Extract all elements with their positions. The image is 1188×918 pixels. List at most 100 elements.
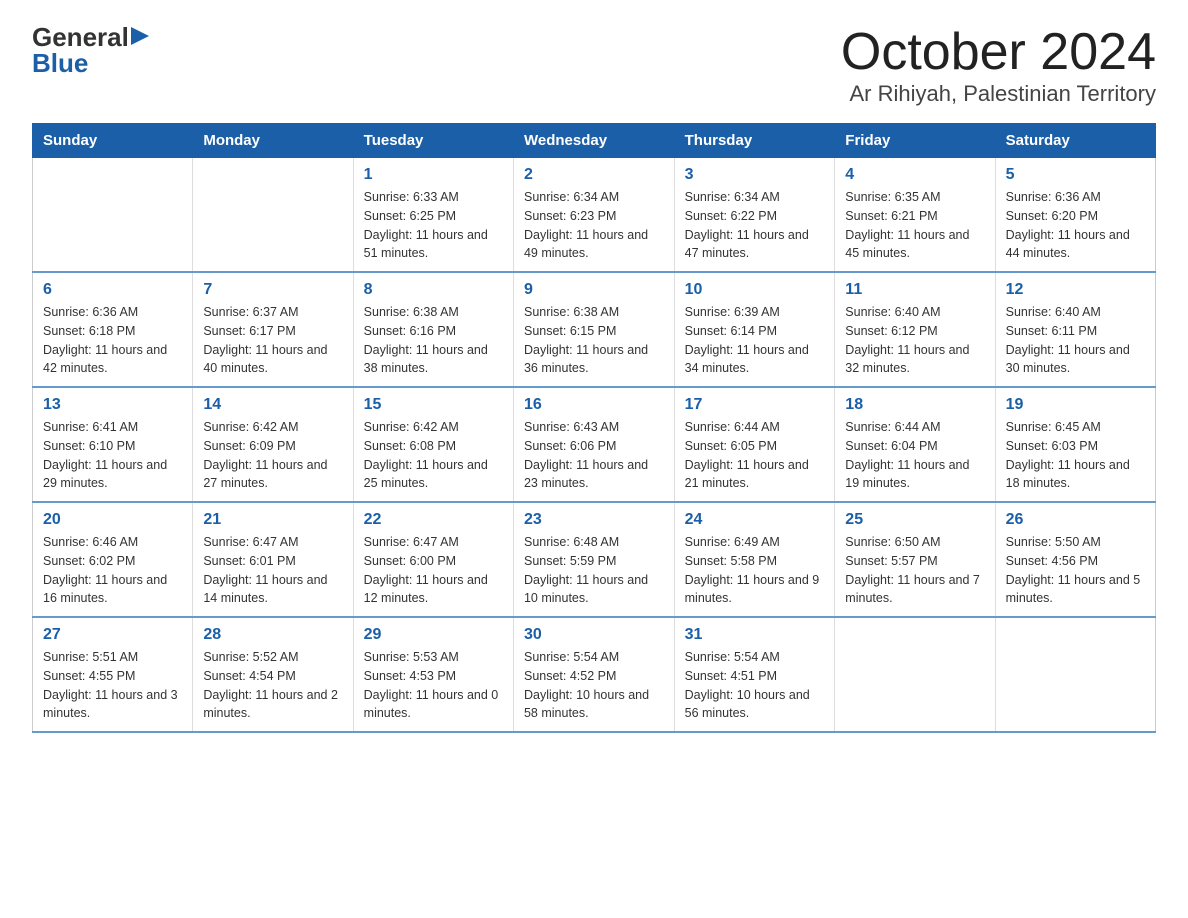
cell-w2-d4: 9Sunrise: 6:38 AMSunset: 6:15 PMDaylight…: [513, 272, 674, 387]
cell-w5-d4: 30Sunrise: 5:54 AMSunset: 4:52 PMDayligh…: [513, 617, 674, 732]
day-info-w1-d4: Sunrise: 6:34 AMSunset: 6:23 PMDaylight:…: [524, 188, 664, 263]
day-number-w4-d7: 26: [1006, 511, 1145, 529]
header-saturday: Saturday: [995, 124, 1155, 158]
header-friday: Friday: [835, 124, 995, 158]
day-info-w5-d3: Sunrise: 5:53 AMSunset: 4:53 PMDaylight:…: [364, 648, 503, 723]
day-number-w5-d3: 29: [364, 626, 503, 644]
header-wednesday: Wednesday: [513, 124, 674, 158]
page-title: October 2024: [841, 24, 1156, 81]
cell-w3-d1: 13Sunrise: 6:41 AMSunset: 6:10 PMDayligh…: [33, 387, 193, 502]
week-row-3: 13Sunrise: 6:41 AMSunset: 6:10 PMDayligh…: [33, 387, 1156, 502]
day-number-w3-d4: 16: [524, 396, 664, 414]
day-number-w4-d4: 23: [524, 511, 664, 529]
day-number-w4-d2: 21: [203, 511, 342, 529]
header-monday: Monday: [193, 124, 353, 158]
header-tuesday: Tuesday: [353, 124, 513, 158]
calendar-table: Sunday Monday Tuesday Wednesday Thursday…: [32, 123, 1156, 733]
day-number-w2-d7: 12: [1006, 281, 1145, 299]
cell-w4-d1: 20Sunrise: 6:46 AMSunset: 6:02 PMDayligh…: [33, 502, 193, 617]
day-info-w5-d5: Sunrise: 5:54 AMSunset: 4:51 PMDaylight:…: [685, 648, 825, 723]
day-info-w4-d6: Sunrise: 6:50 AMSunset: 5:57 PMDaylight:…: [845, 533, 984, 608]
day-info-w4-d3: Sunrise: 6:47 AMSunset: 6:00 PMDaylight:…: [364, 533, 503, 608]
cell-w4-d2: 21 Sunrise: 6:47 AMSunset: 6:01 PMDayligh…: [193, 502, 353, 617]
day-number-w3-d5: 17: [685, 396, 825, 414]
cell-w2-d6: 11Sunrise: 6:40 AMSunset: 6:12 PMDayligh…: [835, 272, 995, 387]
cell-w2-d3: 8Sunrise: 6:38 AMSunset: 6:16 PMDaylight…: [353, 272, 513, 387]
cell-w3-d7: 19 Sunrise: 6:45 AMSunset: 6:03 PMDayligh…: [995, 387, 1155, 502]
logo-triangle-icon: [131, 27, 149, 45]
page-header: General Blue October 2024 Ar Rihiyah, Pa…: [32, 24, 1156, 107]
day-number-w3-d3: 15: [364, 396, 503, 414]
cell-w2-d2: 7 Sunrise: 6:37 AMSunset: 6:17 PMDaylight…: [193, 272, 353, 387]
day-info-w3-d3: Sunrise: 6:42 AMSunset: 6:08 PMDaylight:…: [364, 418, 503, 493]
cell-w5-d7: [995, 617, 1155, 732]
day-number-w3-d7: 19: [1006, 396, 1145, 414]
day-number-w1-d6: 4: [845, 166, 984, 184]
day-info-w3-d1: Sunrise: 6:41 AMSunset: 6:10 PMDaylight:…: [43, 418, 182, 493]
day-info-w4-d4: Sunrise: 6:48 AMSunset: 5:59 PMDaylight:…: [524, 533, 664, 608]
day-number-w4-d5: 24: [685, 511, 825, 529]
day-number-w5-d4: 30: [524, 626, 664, 644]
title-block: October 2024 Ar Rihiyah, Palestinian Ter…: [841, 24, 1156, 107]
cell-w5-d1: 27 Sunrise: 5:51 AMSunset: 4:55 PMDayligh…: [33, 617, 193, 732]
cell-w1-d6: 4 Sunrise: 6:35 AMSunset: 6:21 PMDaylight…: [835, 158, 995, 273]
day-info-w3-d6: Sunrise: 6:44 AMSunset: 6:04 PMDaylight:…: [845, 418, 984, 493]
cell-w5-d2: 28 Sunrise: 5:52 AMSunset: 4:54 PMDayligh…: [193, 617, 353, 732]
page-subtitle: Ar Rihiyah, Palestinian Territory: [841, 81, 1156, 107]
cell-w3-d3: 15 Sunrise: 6:42 AMSunset: 6:08 PMDayligh…: [353, 387, 513, 502]
day-number-w2-d2: 7: [203, 281, 342, 299]
day-number-w2-d6: 11: [845, 281, 984, 299]
day-number-w2-d5: 10: [685, 281, 825, 299]
day-info-w2-d7: Sunrise: 6:40 AMSunset: 6:11 PMDaylight:…: [1006, 303, 1145, 378]
day-info-w1-d7: Sunrise: 6:36 AMSunset: 6:20 PMDaylight:…: [1006, 188, 1145, 263]
day-number-w2-d3: 8: [364, 281, 503, 299]
cell-w4-d3: 22 Sunrise: 6:47 AMSunset: 6:00 PMDayligh…: [353, 502, 513, 617]
day-info-w4-d1: Sunrise: 6:46 AMSunset: 6:02 PMDaylight:…: [43, 533, 182, 608]
day-info-w4-d7: Sunrise: 5:50 AMSunset: 4:56 PMDaylight:…: [1006, 533, 1145, 608]
logo-general: General: [32, 24, 129, 50]
week-row-2: 6 Sunrise: 6:36 AMSunset: 6:18 PMDaylight…: [33, 272, 1156, 387]
day-info-w4-d2: Sunrise: 6:47 AMSunset: 6:01 PMDaylight:…: [203, 533, 342, 608]
day-number-w4-d3: 22: [364, 511, 503, 529]
day-info-w4-d5: Sunrise: 6:49 AMSunset: 5:58 PMDaylight:…: [685, 533, 825, 608]
cell-w3-d4: 16 Sunrise: 6:43 AMSunset: 6:06 PMDayligh…: [513, 387, 674, 502]
cell-w1-d7: 5Sunrise: 6:36 AMSunset: 6:20 PMDaylight…: [995, 158, 1155, 273]
calendar-header: Sunday Monday Tuesday Wednesday Thursday…: [33, 124, 1156, 158]
cell-w4-d4: 23 Sunrise: 6:48 AMSunset: 5:59 PMDayligh…: [513, 502, 674, 617]
cell-w3-d5: 17Sunrise: 6:44 AMSunset: 6:05 PMDayligh…: [674, 387, 835, 502]
cell-w1-d4: 2 Sunrise: 6:34 AMSunset: 6:23 PMDaylight…: [513, 158, 674, 273]
day-info-w2-d1: Sunrise: 6:36 AMSunset: 6:18 PMDaylight:…: [43, 303, 182, 378]
header-thursday: Thursday: [674, 124, 835, 158]
day-info-w3-d4: Sunrise: 6:43 AMSunset: 6:06 PMDaylight:…: [524, 418, 664, 493]
day-number-w5-d2: 28: [203, 626, 342, 644]
day-info-w5-d2: Sunrise: 5:52 AMSunset: 4:54 PMDaylight:…: [203, 648, 342, 723]
cell-w5-d5: 31Sunrise: 5:54 AMSunset: 4:51 PMDayligh…: [674, 617, 835, 732]
day-info-w2-d2: Sunrise: 6:37 AMSunset: 6:17 PMDaylight:…: [203, 303, 342, 378]
day-info-w3-d7: Sunrise: 6:45 AMSunset: 6:03 PMDaylight:…: [1006, 418, 1145, 493]
cell-w4-d7: 26 Sunrise: 5:50 AMSunset: 4:56 PMDayligh…: [995, 502, 1155, 617]
day-number-w1-d4: 2: [524, 166, 664, 184]
day-info-w3-d2: Sunrise: 6:42 AMSunset: 6:09 PMDaylight:…: [203, 418, 342, 493]
cell-w1-d3: 1Sunrise: 6:33 AMSunset: 6:25 PMDaylight…: [353, 158, 513, 273]
calendar-body: 1Sunrise: 6:33 AMSunset: 6:25 PMDaylight…: [33, 158, 1156, 733]
day-number-w2-d1: 6: [43, 281, 182, 299]
cell-w2-d5: 10 Sunrise: 6:39 AMSunset: 6:14 PMDayligh…: [674, 272, 835, 387]
logo-blue: Blue: [32, 50, 88, 76]
cell-w1-d1: [33, 158, 193, 273]
cell-w5-d6: [835, 617, 995, 732]
cell-w4-d6: 25 Sunrise: 6:50 AMSunset: 5:57 PMDayligh…: [835, 502, 995, 617]
day-info-w1-d6: Sunrise: 6:35 AMSunset: 6:21 PMDaylight:…: [845, 188, 984, 263]
week-row-4: 20Sunrise: 6:46 AMSunset: 6:02 PMDayligh…: [33, 502, 1156, 617]
day-info-w2-d5: Sunrise: 6:39 AMSunset: 6:14 PMDaylight:…: [685, 303, 825, 378]
day-number-w2-d4: 9: [524, 281, 664, 299]
day-info-w5-d1: Sunrise: 5:51 AMSunset: 4:55 PMDaylight:…: [43, 648, 182, 723]
week-row-1: 1Sunrise: 6:33 AMSunset: 6:25 PMDaylight…: [33, 158, 1156, 273]
cell-w2-d1: 6 Sunrise: 6:36 AMSunset: 6:18 PMDaylight…: [33, 272, 193, 387]
header-sunday: Sunday: [33, 124, 193, 158]
cell-w3-d6: 18Sunrise: 6:44 AMSunset: 6:04 PMDayligh…: [835, 387, 995, 502]
cell-w5-d3: 29 Sunrise: 5:53 AMSunset: 4:53 PMDayligh…: [353, 617, 513, 732]
day-number-w5-d1: 27: [43, 626, 182, 644]
week-row-5: 27 Sunrise: 5:51 AMSunset: 4:55 PMDayligh…: [33, 617, 1156, 732]
day-number-w4-d6: 25: [845, 511, 984, 529]
cell-w2-d7: 12 Sunrise: 6:40 AMSunset: 6:11 PMDayligh…: [995, 272, 1155, 387]
